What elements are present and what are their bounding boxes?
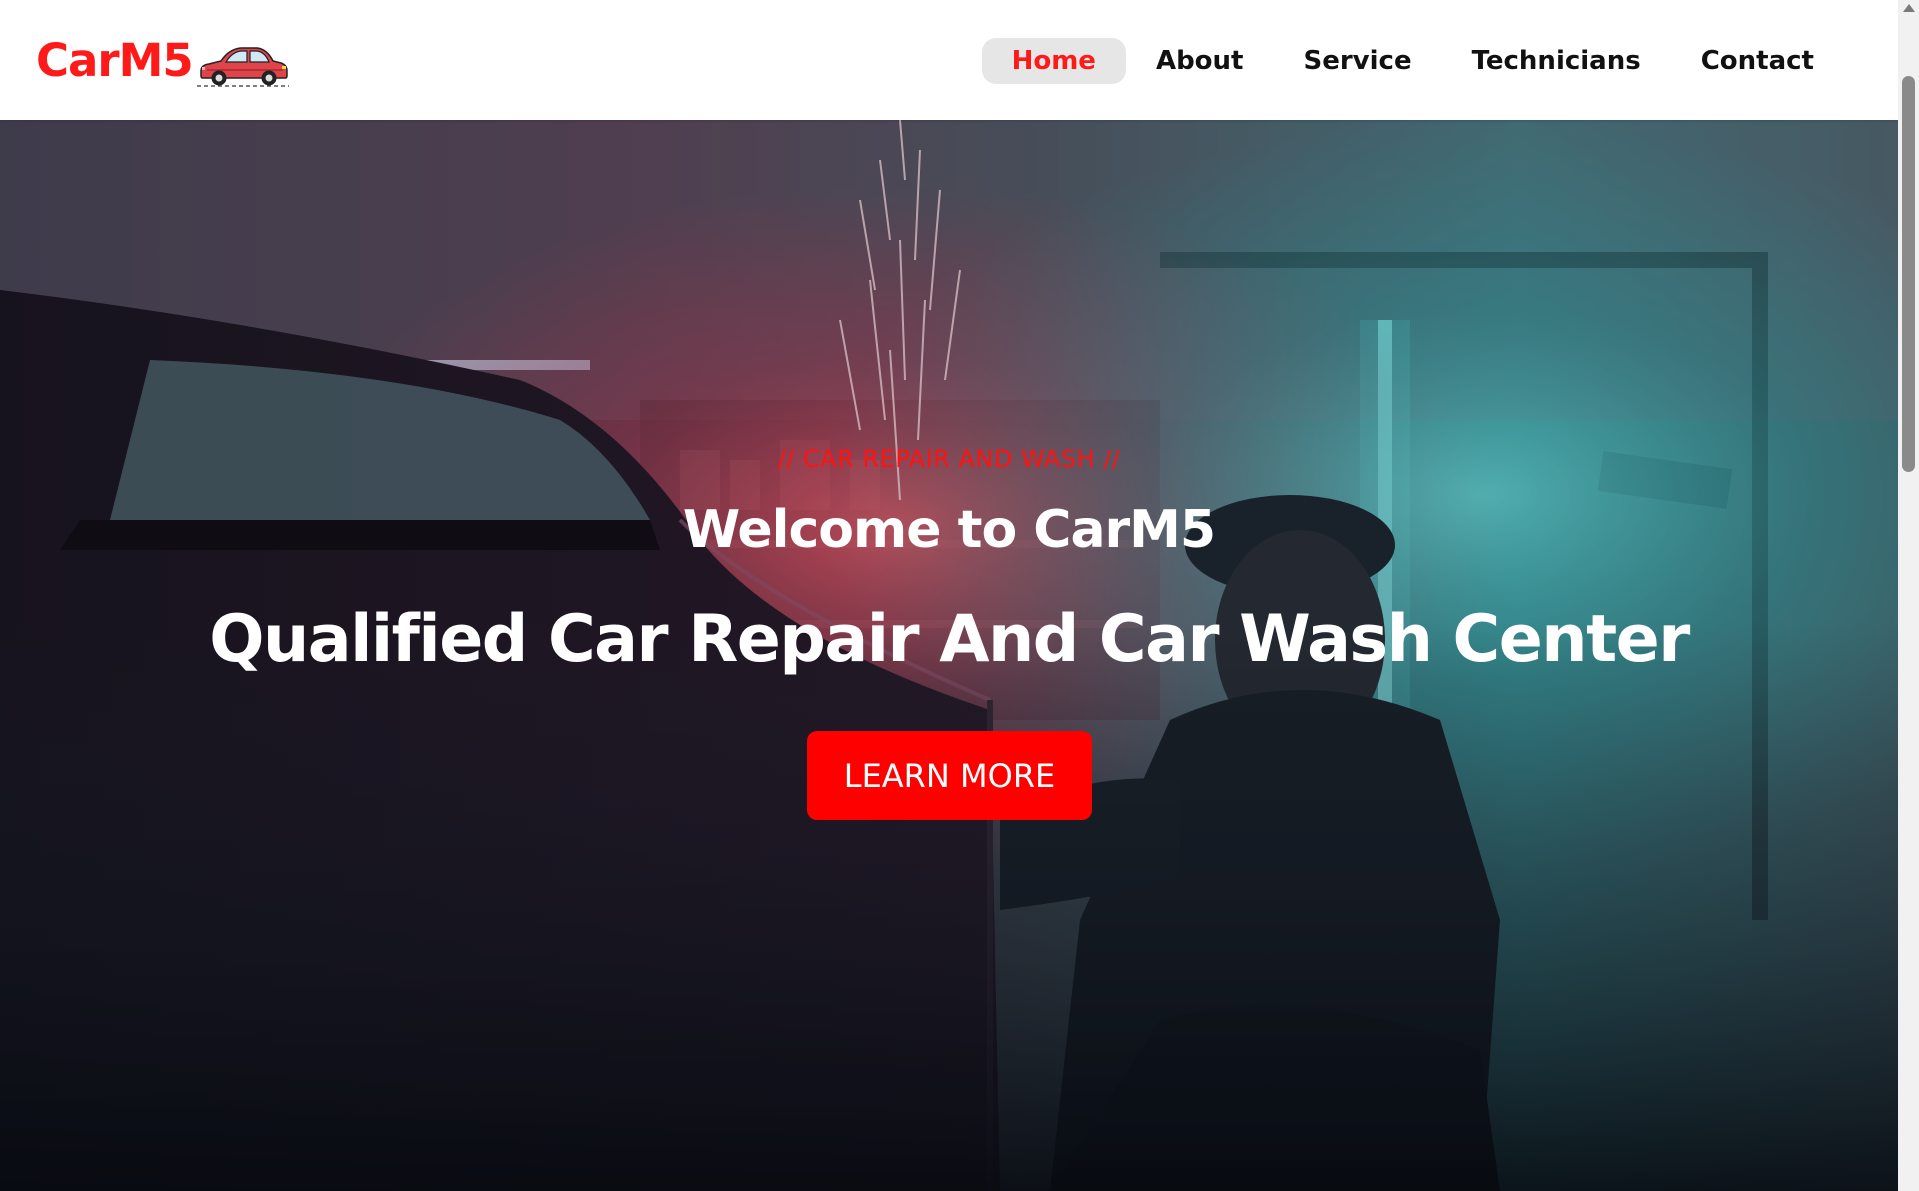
car-icon — [196, 47, 289, 87]
nav-technicians[interactable]: Technicians — [1442, 38, 1671, 84]
hero-section: // CAR REPAIR AND WASH // Welcome to Car… — [0, 120, 1898, 1191]
page-scrollbar[interactable] — [1898, 0, 1919, 1191]
scrollbar-thumb[interactable] — [1902, 76, 1915, 472]
navbar: CarM5 Home About Service Technicians Con… — [0, 0, 1898, 120]
learn-more-button[interactable]: LEARN MORE — [807, 731, 1092, 820]
hero-tagline: // CAR REPAIR AND WASH // — [777, 445, 1121, 473]
brand-name[interactable]: CarM5 — [36, 34, 194, 87]
hero-title: Qualified Car Repair And Car Wash Center — [209, 602, 1690, 677]
scroll-up-arrow-icon[interactable] — [1903, 4, 1915, 12]
main-nav: Home About Service Technicians Contact — [981, 38, 1844, 84]
nav-service[interactable]: Service — [1274, 38, 1442, 84]
nav-about[interactable]: About — [1126, 38, 1274, 84]
nav-home[interactable]: Home — [981, 38, 1126, 84]
brand-logo[interactable]: CarM5 — [36, 30, 291, 90]
hero-welcome-heading: Welcome to CarM5 — [682, 500, 1216, 560]
nav-contact[interactable]: Contact — [1671, 38, 1844, 84]
